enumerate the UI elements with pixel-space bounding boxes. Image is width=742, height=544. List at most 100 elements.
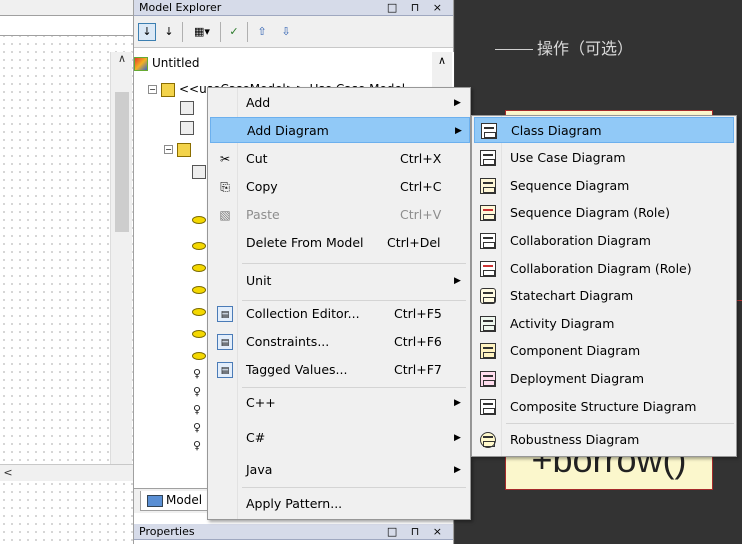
usecase-icon (192, 215, 206, 224)
menu-item-add[interactable]: Add ▶ (210, 90, 468, 116)
menu-item-cut[interactable]: ✂ Cut Ctrl+X (210, 146, 468, 172)
submenu-item-sequence-diagram-role[interactable]: Sequence Diagram (Role) (474, 200, 734, 226)
model-package-icon (161, 82, 175, 97)
usecase-diagram-icon (180, 120, 194, 135)
submenu-item-sequence-diagram[interactable]: Sequence Diagram (474, 173, 734, 199)
robustness-diagram-icon (480, 432, 496, 448)
model-tab-icon (147, 494, 163, 507)
sequence-diagram-icon (480, 178, 496, 194)
menu-item-copy[interactable]: ⎘ Copy Ctrl+C (210, 174, 468, 200)
collapse-icon[interactable]: − (148, 85, 157, 94)
sort-name-icon[interactable]: ↓ (160, 23, 178, 41)
statechart-diagram-icon (480, 288, 496, 304)
tree-item[interactable]: ♀ (192, 382, 206, 400)
left-panel-header (0, 0, 133, 16)
left-horizontal-scrollbar[interactable]: < (0, 464, 133, 481)
scroll-thumb[interactable] (115, 92, 129, 232)
menu-item-unit[interactable]: Unit ▶ (210, 268, 468, 294)
tree-item[interactable]: ♀ (192, 436, 206, 454)
menu-item-label: Cut (246, 151, 268, 166)
properties-title: Properties □ ⊓ × (134, 524, 453, 540)
collaboration-diagram-icon (480, 233, 496, 249)
submenu-item-composite-structure-diagram[interactable]: Composite Structure Diagram (474, 394, 734, 420)
menu-separator (242, 487, 466, 488)
submenu-item-label: Collaboration Diagram (Role) (510, 261, 692, 276)
submenu-item-statechart-diagram[interactable]: Statechart Diagram (474, 283, 734, 309)
menu-item-label: Delete From Model (246, 235, 364, 250)
submenu-item-collaboration-diagram-role[interactable]: Collaboration Diagram (Role) (474, 256, 734, 282)
menu-item-cpp[interactable]: C++ ▶ (210, 390, 468, 416)
submenu-item-label: Sequence Diagram (510, 178, 630, 193)
annotation-line (495, 49, 533, 50)
tree-root[interactable]: Untitled (134, 54, 199, 72)
scroll-left-icon[interactable]: < (0, 465, 16, 481)
menu-item-paste[interactable]: ▧ Paste Ctrl+V (210, 202, 468, 228)
tree-item[interactable]: ♀ (192, 418, 206, 436)
diagram-icon (180, 100, 194, 115)
toolbar-separator (247, 22, 248, 42)
menu-item-java[interactable]: Java ▶ (210, 457, 468, 483)
submenu-item-collaboration-diagram[interactable]: Collaboration Diagram (474, 228, 734, 254)
diagram-icon (192, 164, 206, 179)
submenu-item-component-diagram[interactable]: Component Diagram (474, 338, 734, 364)
submenu-item-class-diagram[interactable]: Class Diagram (474, 117, 734, 143)
submenu-item-use-case-diagram[interactable]: Use Case Diagram (474, 145, 734, 171)
submenu-item-deployment-diagram[interactable]: Deployment Diagram (474, 366, 734, 392)
menu-item-delete-from-model[interactable]: Delete From Model Ctrl+Del (210, 230, 468, 256)
submenu-item-label: Component Diagram (510, 343, 641, 358)
menu-item-add-diagram[interactable]: Add Diagram ▶ (210, 117, 470, 143)
menu-item-constraints[interactable]: ▤ Constraints... Ctrl+F6 (210, 329, 468, 355)
sort-type-icon[interactable]: ↓ (138, 23, 156, 41)
submenu-arrow-icon: ▶ (454, 276, 461, 286)
collapse-icon[interactable]: − (164, 145, 173, 154)
tab-model[interactable]: Model (140, 491, 210, 511)
tree-item[interactable] (180, 98, 198, 116)
scroll-up-icon[interactable]: ∧ (432, 54, 452, 67)
submenu-item-label: Statechart Diagram (510, 288, 634, 303)
toolbar-separator (182, 22, 183, 42)
submenu-item-label: Robustness Diagram (510, 432, 640, 447)
menu-item-label: Apply Pattern... (246, 496, 343, 511)
tree-item[interactable]: ♀ (192, 400, 206, 418)
actor-icon: ♀ (192, 402, 202, 416)
menu-item-label: Add (246, 95, 271, 110)
submenu-item-label: Activity Diagram (510, 316, 615, 331)
usecase-icon (192, 241, 206, 250)
tree-item[interactable]: − (164, 140, 195, 158)
view-mode-icon[interactable]: ▦▾ (188, 23, 216, 41)
panel-controls[interactable]: □ ⊓ × (387, 524, 447, 540)
collection-editor-icon: ▤ (217, 306, 233, 322)
submenu-item-activity-diagram[interactable]: Activity Diagram (474, 311, 734, 337)
menu-item-label: Tagged Values... (246, 362, 348, 377)
submenu-item-label: Deployment Diagram (510, 371, 645, 386)
move-up-icon[interactable]: ⇧ (253, 23, 271, 41)
class-diagram-icon (481, 123, 497, 139)
usecase-icon (192, 351, 206, 360)
tree-item[interactable] (180, 118, 198, 136)
left-vertical-scrollbar[interactable]: ∧ (110, 52, 132, 464)
menu-item-csharp[interactable]: C# ▶ (210, 425, 468, 451)
component-diagram-icon (480, 343, 496, 359)
menu-item-tagged-values[interactable]: ▤ Tagged Values... Ctrl+F7 (210, 357, 468, 383)
project-icon (134, 56, 148, 71)
move-down-icon[interactable]: ⇩ (277, 23, 295, 41)
tree-item[interactable]: ♀ (192, 364, 206, 382)
tree-root-label: Untitled (152, 56, 200, 70)
activity-diagram-icon (480, 316, 496, 332)
scroll-up-icon[interactable]: ∧ (111, 52, 133, 70)
panel-controls[interactable]: □ ⊓ × (387, 0, 447, 16)
menu-item-apply-pattern[interactable]: Apply Pattern... (210, 491, 468, 517)
menu-item-label: Unit (246, 273, 272, 288)
submenu-arrow-icon: ▶ (454, 433, 461, 443)
explorer-toolbar: ↓ ↓ ▦▾ ✓ ⇧ ⇩ (134, 16, 453, 48)
model-explorer-title-text: Model Explorer (139, 1, 222, 14)
actor-icon: ♀ (192, 438, 202, 452)
submenu-item-robustness-diagram[interactable]: Robustness Diagram (474, 427, 734, 453)
submenu-arrow-icon: ▶ (454, 465, 461, 475)
actor-icon: ♀ (192, 420, 202, 434)
menu-item-collection-editor[interactable]: ▤ Collection Editor... Ctrl+F5 (210, 301, 468, 327)
usecase-icon (192, 263, 206, 272)
add-diagram-submenu: Class Diagram Use Case Diagram Sequence … (471, 115, 737, 457)
menu-item-label: Collection Editor... (246, 306, 360, 321)
filter-icon[interactable]: ✓ (225, 23, 243, 41)
